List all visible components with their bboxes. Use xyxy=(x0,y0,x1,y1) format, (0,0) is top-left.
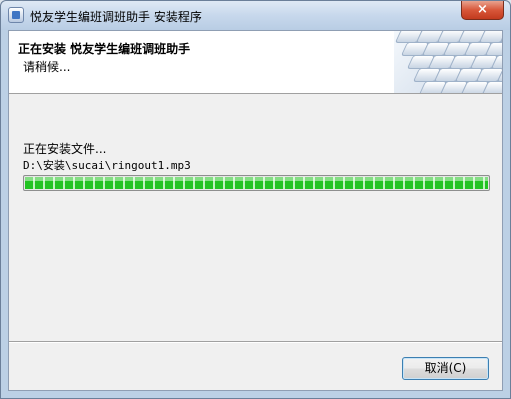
header-panel: 正在安装 悦友学生编班调班助手 请稍候... xyxy=(9,31,502,94)
cancel-button[interactable]: 取消(C) xyxy=(402,357,489,380)
title-bar[interactable]: 悦友学生编班调班助手 安装程序 × xyxy=(1,1,510,30)
close-button[interactable]: × xyxy=(461,1,504,20)
install-progress-bar xyxy=(23,175,490,191)
progress-fill xyxy=(25,177,488,189)
installer-window: 悦友学生编班调班助手 安装程序 × 正在安装 悦友学生编班调班助手 请稍候...… xyxy=(0,0,511,399)
close-icon: × xyxy=(477,2,488,17)
header-subtitle: 请稍候... xyxy=(23,60,71,74)
keyboard-image xyxy=(394,31,502,93)
installer-client-area: 正在安装 悦友学生编班调班助手 请稍候... 正在安装文件... D:\安装\s… xyxy=(8,30,503,391)
footer-separator xyxy=(9,341,502,343)
current-file-path: D:\安装\sucai\ringout1.mp3 xyxy=(23,159,191,172)
header-title: 正在安装 悦友学生编班调班助手 xyxy=(18,42,191,56)
installer-app-icon[interactable] xyxy=(8,7,24,23)
install-status-label: 正在安装文件... xyxy=(23,142,107,156)
window-title: 悦友学生编班调班助手 安装程序 xyxy=(30,10,202,24)
